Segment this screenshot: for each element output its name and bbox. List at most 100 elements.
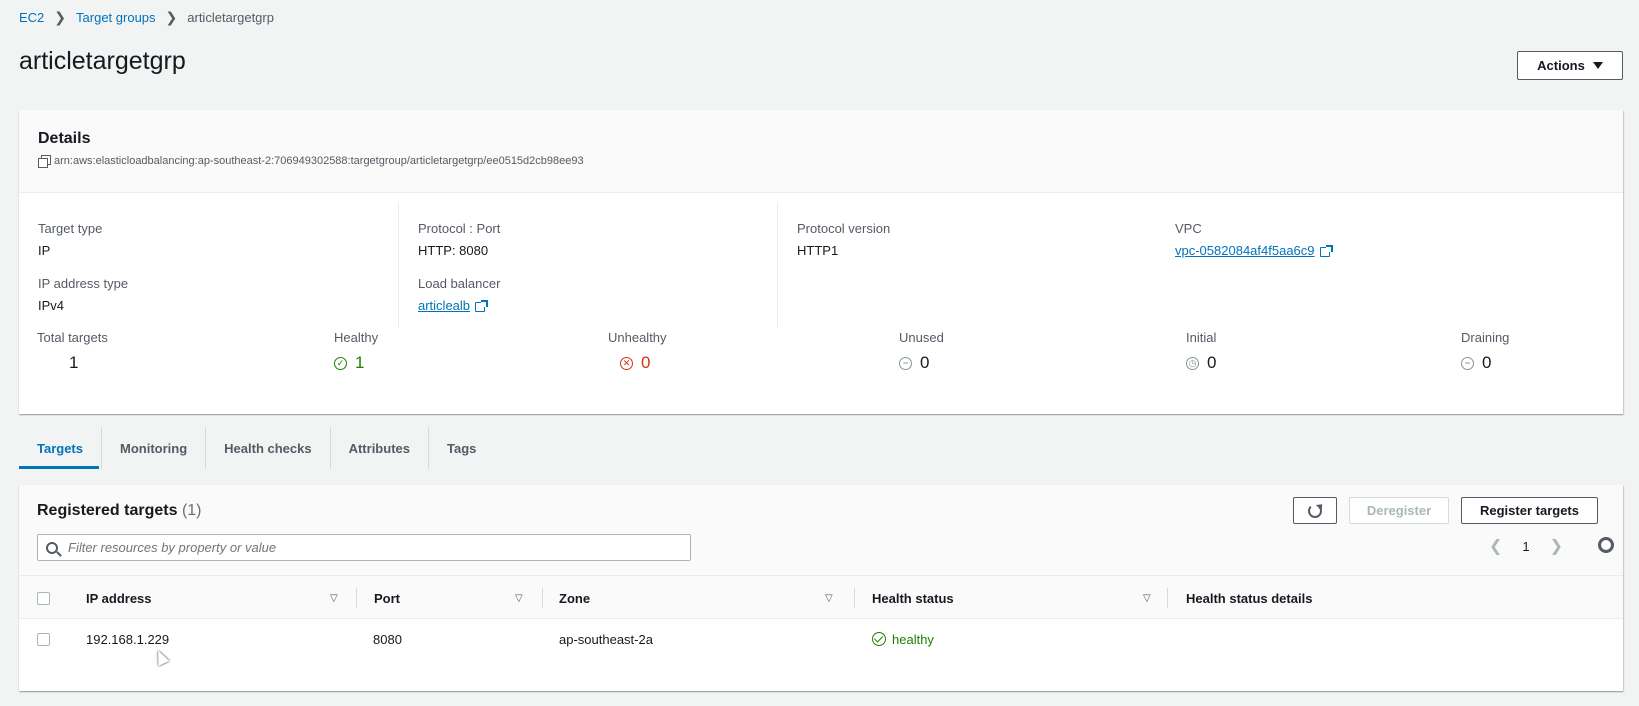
cell-zone: ap-southeast-2a [559,631,653,647]
external-link-icon [475,299,489,312]
protocol-port-field: Protocol : Port HTTP: 8080 [418,221,777,258]
external-link-icon [1319,244,1333,257]
column-divider [1167,588,1168,608]
tab-health-checks[interactable]: Health checks [206,427,331,469]
col-ip-address[interactable]: IP address ▽ [86,576,356,620]
cell-port: 8080 [373,631,402,647]
chevron-right-icon: ❯ [54,9,67,25]
column-divider [542,588,543,608]
page-number[interactable]: 1 [1522,539,1529,554]
vpc-link[interactable]: vpc-0582084af4f5aa6c9 [1175,243,1333,258]
sort-icon: ▽ [825,592,833,604]
actions-button[interactable]: Actions [1517,51,1623,80]
col-port[interactable]: Port ▽ [374,576,544,620]
protocol-version-field: Protocol version HTTP1 [797,221,1156,258]
protocol-port-value: HTTP: 8080 [418,243,489,258]
count-total-label: Total targets [37,330,108,345]
chevron-right-icon[interactable]: ❯ [1550,536,1563,556]
chevron-right-icon: ❯ [165,9,178,25]
tab-attributes[interactable]: Attributes [331,427,429,469]
table-row[interactable]: 192.168.1.229 8080 ap-southeast-2a healt… [19,619,1623,659]
count-healthy-value: ✓ 1 [334,353,378,373]
count-draining-label: Draining [1461,330,1510,345]
count-total: Total targets 1 [37,330,108,373]
target-type-field: Target type IP [38,221,398,258]
deregister-button[interactable]: Deregister [1349,497,1449,524]
breadcrumb-current: articletargetgrp [187,10,274,25]
search-icon [46,541,58,554]
count-draining-number: 0 [1482,353,1492,372]
check-circle-icon: ✓ [334,356,347,370]
register-targets-button[interactable]: Register targets [1461,497,1598,524]
ip-type-value: IPv4 [38,298,65,313]
details-grid: Target type IP IP address type IPv4 Prot… [19,203,1623,435]
refresh-button[interactable] [1293,497,1337,524]
col-zone-label: Zone [559,590,591,606]
filter-input[interactable] [68,540,648,555]
load-balancer-link[interactable]: articlealb [418,298,489,313]
select-all-cell [37,576,50,620]
active-tab-indicator [19,466,99,469]
count-initial: Initial ◷ 0 [1186,330,1216,373]
details-col-4: VPC vpc-0582084af4f5aa6c9 [1156,203,1535,435]
page-title: articletargetgrp [19,47,186,75]
targets-count: (1) [181,502,202,519]
count-unhealthy-value: ✕ 0 [608,353,667,373]
col-health-status[interactable]: Health status ▽ [872,576,1177,620]
minus-circle-icon: − [1461,356,1474,370]
load-balancer-label: Load balancer [418,276,501,291]
breadcrumb-target-groups[interactable]: Target groups [76,10,156,25]
col-zone[interactable]: Zone ▽ [559,576,859,620]
details-col-3: Protocol version HTTP1 [777,203,1156,328]
count-initial-value: ◷ 0 [1186,353,1216,373]
targets-title: Registered targets (1) [37,502,202,520]
count-unhealthy-label: Unhealthy [608,330,667,345]
targets-title-text: Registered targets [37,502,178,519]
row-select-cell [37,619,50,659]
tab-targets[interactable]: Targets [19,427,102,469]
sort-icon: ▽ [515,592,523,604]
arn-value: arn:aws:elasticloadbalancing:ap-southeas… [54,155,584,167]
tab-tags[interactable]: Tags [429,427,494,469]
count-healthy-number: 1 [355,353,365,372]
details-heading: Details [38,130,91,147]
count-unused-number: 0 [920,353,930,372]
tab-monitoring[interactable]: Monitoring [102,427,207,469]
col-health-details[interactable]: Health status details [1186,576,1312,620]
target-type-value: IP [38,243,51,258]
protocol-port-label: Protocol : Port [418,221,501,236]
registered-targets-panel: Registered targets (1) Deregister Regist… [19,485,1623,691]
target-type-label: Target type [38,221,103,236]
count-healthy: Healthy ✓ 1 [334,330,378,373]
sort-icon: ▽ [1143,592,1151,604]
details-header: Details arn:aws:elasticloadbalancing:ap-… [19,110,1623,193]
count-unused-value: − 0 [899,353,944,373]
load-balancer-field: Load balancer articlealb [418,276,777,313]
count-draining: Draining − 0 [1461,330,1509,373]
col-health-status-label: Health status [872,590,954,606]
count-draining-value: − 0 [1461,353,1509,373]
actions-label: Actions [1537,58,1585,73]
details-panel: Details arn:aws:elasticloadbalancing:ap-… [19,110,1623,414]
targets-header: Registered targets (1) Deregister Regist… [19,485,1623,575]
count-unused-label: Unused [899,330,944,345]
details-col-2: Protocol : Port HTTP: 8080 Load balancer… [398,203,777,328]
tab-bar: Targets Monitoring Health checks Attribu… [19,427,494,469]
gear-icon[interactable] [1598,537,1614,553]
filter-box [37,534,691,561]
breadcrumb: EC2 ❯ Target groups ❯ articletargetgrp [19,9,274,26]
refresh-icon [1308,503,1322,518]
clock-icon: ◷ [1186,356,1199,370]
cell-health: healthy [872,619,934,659]
breadcrumb-ec2[interactable]: EC2 [19,10,44,25]
protocol-version-value: HTTP1 [797,243,839,258]
column-divider [356,588,357,608]
copy-icon[interactable] [38,155,51,168]
count-unhealthy-number: 0 [641,353,651,372]
load-balancer-value: articlealb [418,298,471,313]
chevron-left-icon[interactable]: ❮ [1489,536,1502,556]
row-checkbox[interactable] [37,632,50,646]
health-status-text: healthy [892,631,934,647]
details-col-1: Target type IP IP address type IPv4 [19,203,398,435]
select-all-checkbox[interactable] [37,591,50,605]
